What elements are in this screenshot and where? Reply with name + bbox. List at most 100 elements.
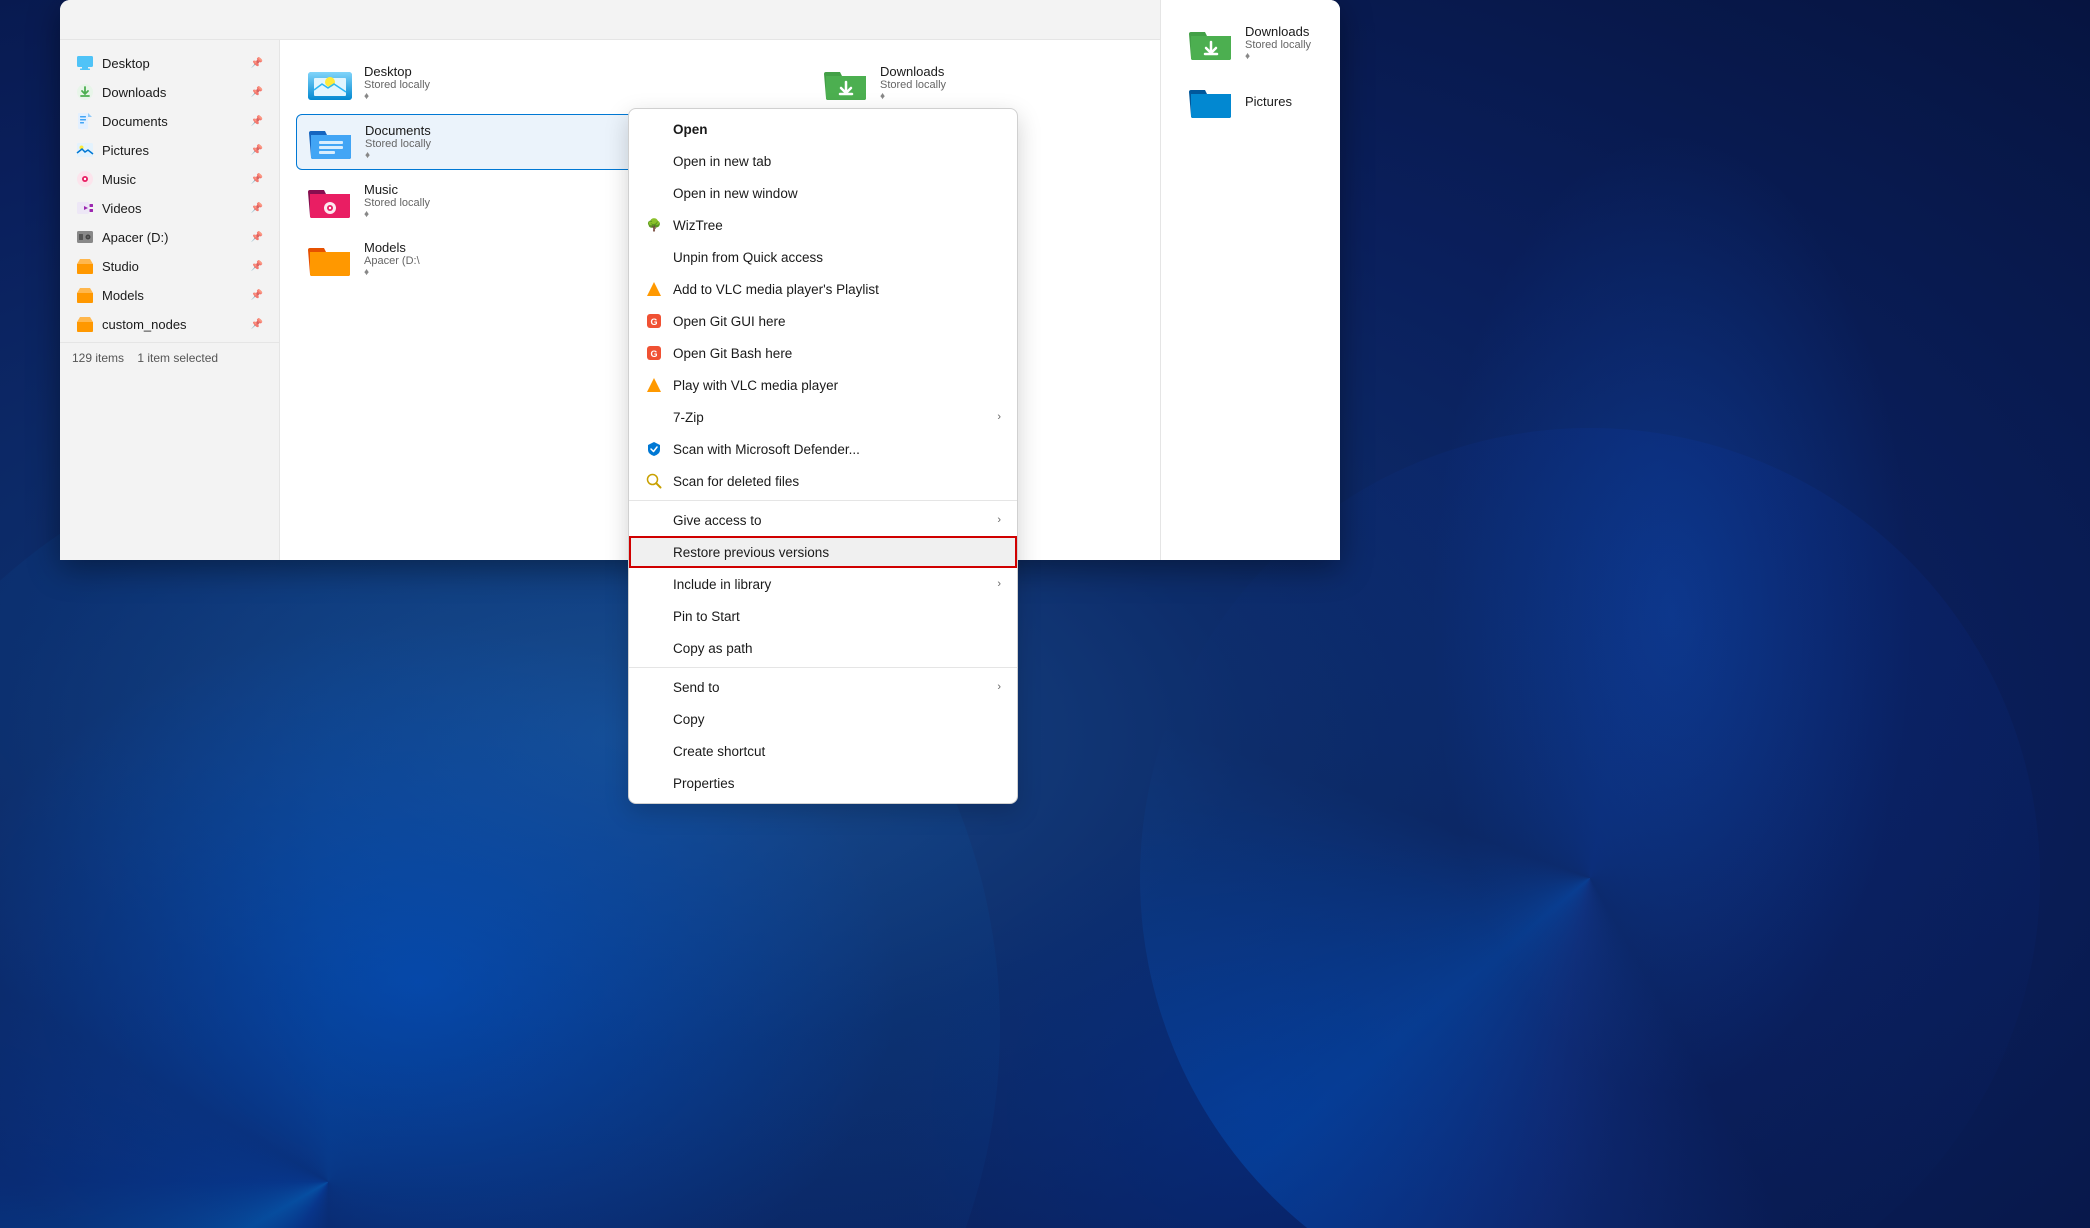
- ctx-wiztree-label: WizTree: [673, 218, 1001, 233]
- ctx-give-access-label: Give access to: [673, 513, 987, 528]
- documents-icon: [76, 112, 94, 130]
- sidebar-label-custom-nodes: custom_nodes: [102, 317, 243, 332]
- open-icon: [645, 120, 663, 138]
- sidebar-item-desktop[interactable]: Desktop 📌: [64, 49, 275, 77]
- sidebar-label-videos: Videos: [102, 201, 243, 216]
- ctx-unpin[interactable]: Unpin from Quick access: [629, 241, 1017, 273]
- sidebar-item-models[interactable]: Models 📌: [64, 281, 275, 309]
- sidebar-pin-desktop: 📌: [251, 58, 263, 69]
- ctx-include-library-label: Include in library: [673, 577, 987, 592]
- create-shortcut-icon: [645, 742, 663, 760]
- folder-pictures-right-info: Pictures: [1245, 94, 1340, 109]
- desktop-icon: [76, 54, 94, 72]
- ctx-7zip-label: 7-Zip: [673, 410, 987, 425]
- give-access-arrow: ›: [997, 514, 1001, 526]
- ctx-vlc-play-label: Play with VLC media player: [673, 378, 1001, 393]
- copy-icon: [645, 710, 663, 728]
- ctx-vlc-playlist[interactable]: Add to VLC media player's Playlist: [629, 273, 1017, 305]
- folder-documents-icon: [307, 123, 355, 161]
- ctx-git-bash[interactable]: G Open Git Bash here: [629, 337, 1017, 369]
- folder-pictures-right-name: Pictures: [1245, 94, 1340, 109]
- status-bar: 129 items 1 item selected: [60, 342, 279, 373]
- ctx-7zip[interactable]: 7-Zip ›: [629, 401, 1017, 433]
- pictures-icon: [76, 141, 94, 159]
- ctx-create-shortcut[interactable]: Create shortcut: [629, 735, 1017, 767]
- pin-start-icon: [645, 607, 663, 625]
- vlc-play-icon: [645, 376, 663, 394]
- copy-path-icon: [645, 639, 663, 657]
- sidebar-pin-custom-nodes: 📌: [251, 319, 263, 330]
- ctx-give-access[interactable]: Give access to ›: [629, 504, 1017, 536]
- sidebar-pin-music: 📌: [251, 174, 263, 185]
- folder-downloads-right[interactable]: Downloads Stored locally ♦: [1177, 40, 1340, 70]
- downloads-icon: [76, 83, 94, 101]
- ctx-include-library[interactable]: Include in library ›: [629, 568, 1017, 600]
- sidebar: Desktop 📌 Downloads 📌 Documents 📌: [60, 40, 280, 560]
- ctx-deleted-files-label: Scan for deleted files: [673, 474, 1001, 489]
- videos-icon: [76, 199, 94, 217]
- defender-icon: [645, 440, 663, 458]
- folder-desktop[interactable]: Desktop Stored locally ♦: [296, 56, 808, 110]
- sidebar-item-documents[interactable]: Documents 📌: [64, 107, 275, 135]
- ctx-git-bash-label: Open Git Bash here: [673, 346, 1001, 361]
- folder-models-icon: [306, 240, 354, 278]
- sidebar-item-studio[interactable]: Studio 📌: [64, 252, 275, 280]
- sidebar-item-pictures[interactable]: Pictures 📌: [64, 136, 275, 164]
- selected-count: 1 item selected: [137, 351, 218, 365]
- ctx-unpin-label: Unpin from Quick access: [673, 250, 1001, 265]
- open-new-window-icon: [645, 184, 663, 202]
- ctx-deleted-files[interactable]: Scan for deleted files: [629, 465, 1017, 497]
- sidebar-item-videos[interactable]: Videos 📌: [64, 194, 275, 222]
- ctx-vlc-play[interactable]: Play with VLC media player: [629, 369, 1017, 401]
- open-new-tab-icon: [645, 152, 663, 170]
- right-panel-folders: Downloads Stored locally ♦ Pictures: [1177, 40, 1340, 128]
- ctx-pin-start[interactable]: Pin to Start: [629, 600, 1017, 632]
- ctx-create-shortcut-label: Create shortcut: [673, 744, 1001, 759]
- git-gui-icon: G: [645, 312, 663, 330]
- sidebar-label-desktop: Desktop: [102, 56, 243, 71]
- ctx-copy-path-label: Copy as path: [673, 641, 1001, 656]
- sidebar-label-music: Music: [102, 172, 243, 187]
- folder-downloads-right-sub: Stored locally: [1245, 40, 1340, 51]
- sidebar-item-downloads[interactable]: Downloads 📌: [64, 78, 275, 106]
- include-library-arrow: ›: [997, 578, 1001, 590]
- properties-icon: [645, 774, 663, 792]
- ctx-separator-1: [629, 500, 1017, 501]
- ctx-defender[interactable]: Scan with Microsoft Defender...: [629, 433, 1017, 465]
- sidebar-label-models: Models: [102, 288, 243, 303]
- unpin-icon: [645, 248, 663, 266]
- sidebar-pin-videos: 📌: [251, 203, 263, 214]
- 7zip-icon: [645, 408, 663, 426]
- ctx-copy-path[interactable]: Copy as path: [629, 632, 1017, 664]
- ctx-separator-2: [629, 667, 1017, 668]
- ctx-open-new-tab[interactable]: Open in new tab: [629, 145, 1017, 177]
- ctx-send-to[interactable]: Send to ›: [629, 671, 1017, 703]
- ctx-open-label: Open: [673, 122, 1001, 137]
- ctx-open[interactable]: Open: [629, 113, 1017, 145]
- ctx-git-gui[interactable]: G Open Git GUI here: [629, 305, 1017, 337]
- 7zip-arrow: ›: [997, 411, 1001, 423]
- sidebar-item-custom-nodes[interactable]: custom_nodes 📌: [64, 310, 275, 338]
- sidebar-item-apacer[interactable]: Apacer (D:) 📌: [64, 223, 275, 251]
- right-panel: Downloads Stored locally ♦ Pictures: [1160, 40, 1340, 560]
- ctx-send-to-label: Send to: [673, 680, 987, 695]
- folder-downloads-icon: [822, 64, 870, 102]
- folder-desktop-pin: ♦: [364, 91, 798, 102]
- ctx-git-gui-label: Open Git GUI here: [673, 314, 1001, 329]
- send-to-icon: [645, 678, 663, 696]
- custom-nodes-icon: [76, 315, 94, 333]
- ctx-copy[interactable]: Copy: [629, 703, 1017, 735]
- models-icon: [76, 286, 94, 304]
- sidebar-item-music[interactable]: Music 📌: [64, 165, 275, 193]
- deleted-files-icon: [645, 472, 663, 490]
- ctx-properties[interactable]: Properties: [629, 767, 1017, 799]
- folder-pictures-right[interactable]: Pictures: [1177, 74, 1340, 128]
- ctx-restore-versions[interactable]: Restore previous versions: [629, 536, 1017, 568]
- sidebar-label-documents: Documents: [102, 114, 243, 129]
- folder-downloads-right-icon: [1187, 40, 1235, 62]
- ctx-open-new-window[interactable]: Open in new window: [629, 177, 1017, 209]
- ctx-wiztree[interactable]: 🌳 WizTree: [629, 209, 1017, 241]
- sidebar-label-pictures: Pictures: [102, 143, 243, 158]
- sidebar-pin-apacer: 📌: [251, 232, 263, 243]
- ctx-pin-start-label: Pin to Start: [673, 609, 1001, 624]
